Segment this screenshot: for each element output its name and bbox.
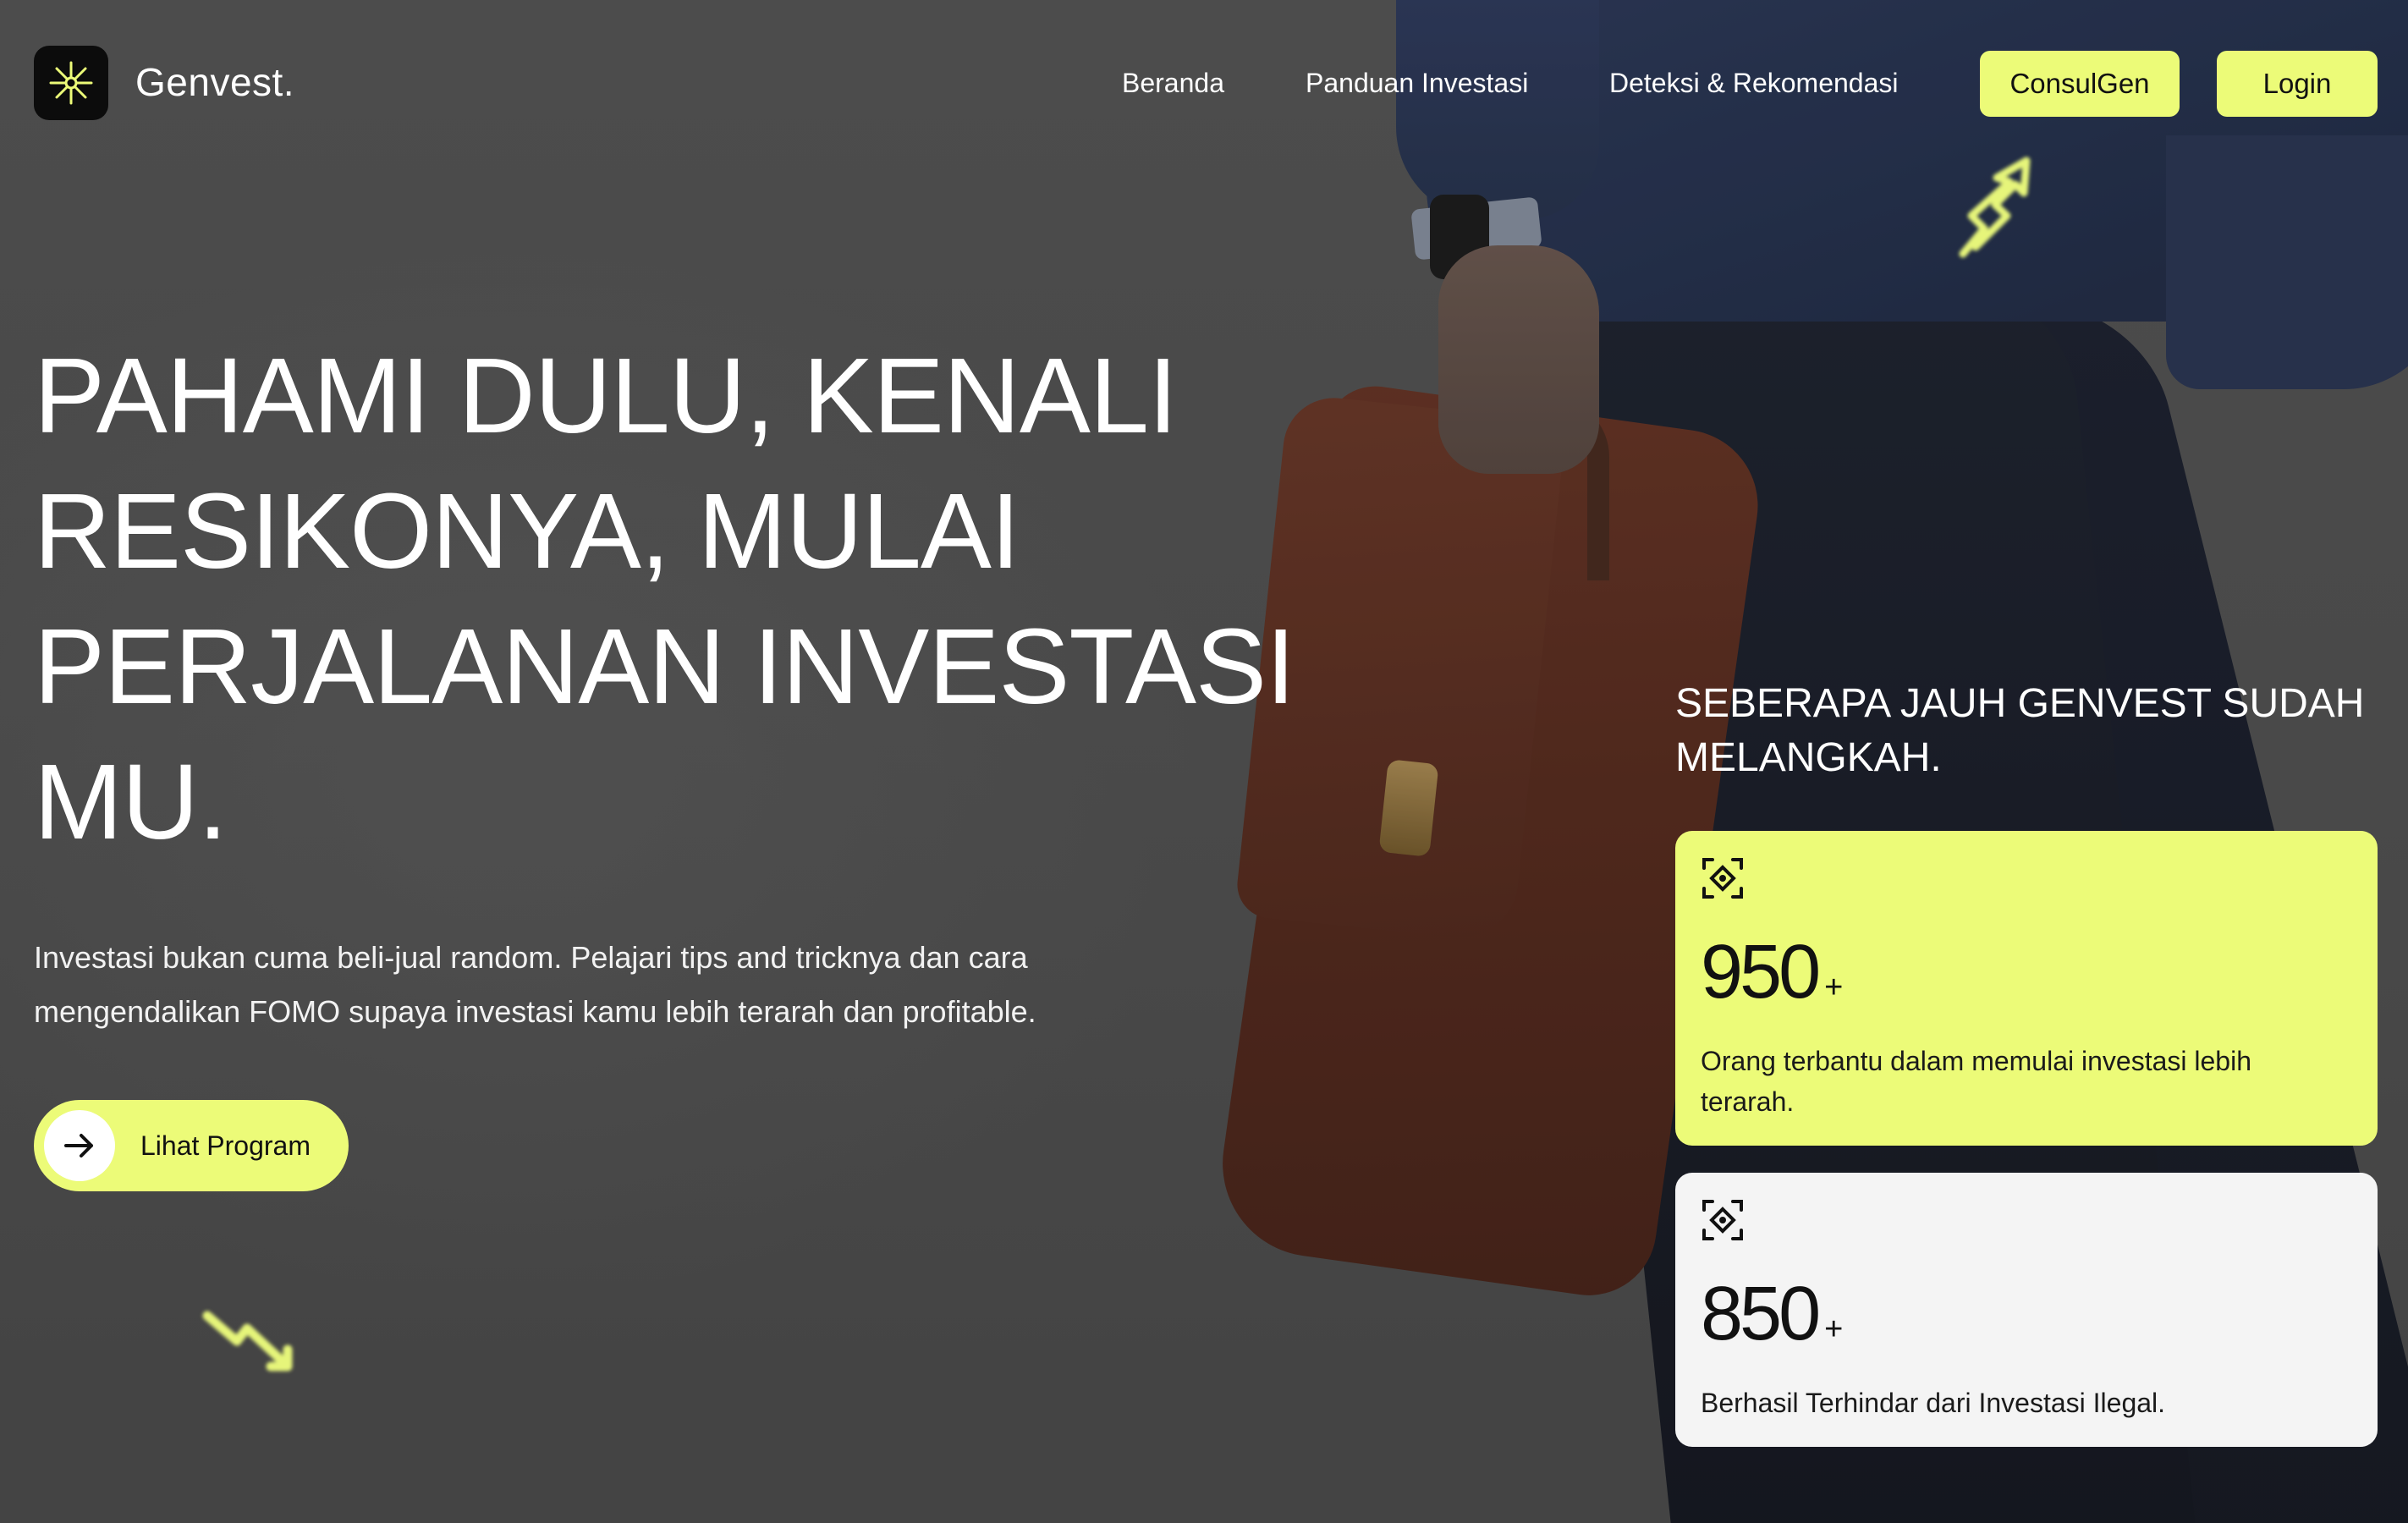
stat-suffix: + [1824,1311,1844,1347]
nav-beranda[interactable]: Beranda [1122,68,1224,99]
arrow-right-icon [64,1134,93,1157]
lihat-program-button[interactable]: Lihat Program [34,1100,349,1191]
focus-target-icon [1702,1200,1743,1240]
consulgen-button[interactable]: ConsulGen [1980,51,2180,117]
stat-card-avoided-illegal: 850 + Berhasil Terhindar dari Investasi … [1675,1173,2378,1447]
consulgen-button-label: ConsulGen [2009,68,2150,99]
login-button-label: Login [2262,68,2332,99]
landing-page: Genvest. Beranda Panduan Investasi Detek… [0,0,2408,1523]
brand-name[interactable]: Genvest. [135,59,294,105]
stat-value: 950 [1701,930,1821,1014]
hero-subtitle: Investasi bukan cuma beli-jual random. P… [34,940,1036,1029]
trend-up-arrow-icon [1959,157,2031,258]
stat-description: Berhasil Terhindar dari Investasi Ilegal… [1701,1388,2166,1418]
trend-down-arrow-icon [202,1311,293,1372]
login-button[interactable]: Login [2217,51,2378,117]
logo[interactable] [34,46,108,120]
starburst-icon [49,61,93,105]
hero-title: Pahami dulu, kenali resikonya, mulai per… [34,336,1295,861]
stat-value: 850 [1701,1272,1821,1356]
stat-description: Orang terbantu dalam memulai investasi l… [1701,1046,2251,1117]
cta-label: Lihat Program [140,1130,311,1161]
nav-deteksi-rekomendasi[interactable]: Deteksi & Rekomendasi [1609,68,1898,99]
focus-target-icon [1702,858,1743,899]
nav-panduan-investasi[interactable]: Panduan Investasi [1306,68,1528,99]
stat-suffix: + [1824,970,1844,1005]
stats-heading: Seberapa jauh Genvest sudah melangkah. [1675,681,2365,780]
stat-card-people-helped: 950 + Orang terbantu dalam memulai inves… [1675,831,2378,1146]
cta-icon-circle [44,1110,115,1181]
